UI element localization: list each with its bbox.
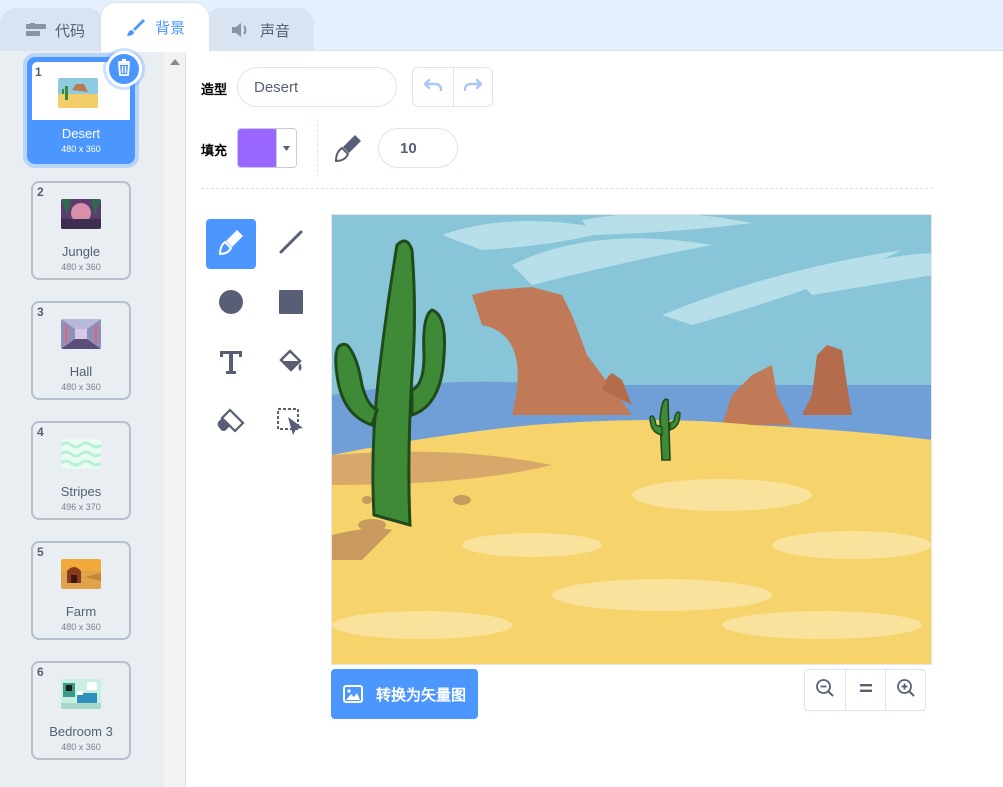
zoom-out-button[interactable] — [805, 670, 845, 710]
farm-thumbnail — [61, 559, 101, 589]
backdrop-size: 496 x 370 — [61, 502, 101, 512]
backdrop-name: Stripes — [60, 484, 102, 499]
backdrop-item-farm[interactable]: 5 Farm 480 x 360 — [31, 541, 131, 640]
tab-sounds-label: 声音 — [260, 22, 291, 40]
eraser-tool[interactable] — [206, 399, 256, 449]
sidebar-scrollbar[interactable] — [164, 51, 186, 787]
backdrop-name: Hall — [69, 364, 93, 379]
backdrop-item-stripes[interactable]: 4 Stripes 496 x 370 — [31, 421, 131, 520]
redo-button[interactable] — [452, 68, 493, 106]
select-icon — [276, 407, 306, 442]
paintbrush-icon — [125, 18, 147, 37]
backdrop-name: Desert — [61, 126, 101, 141]
code-blocks-icon — [25, 21, 47, 39]
backdrop-item-hall[interactable]: 3 Hall 480 x 360 — [31, 301, 131, 400]
stripes-thumbnail — [61, 439, 101, 469]
backdrop-list: 1 Desert 480 x 360 2 Jungle 480 x 360 3 … — [0, 51, 164, 787]
toolbar-separator — [201, 188, 933, 189]
fill-label: 填充 — [201, 143, 228, 158]
tab-code[interactable]: 代码 — [0, 8, 104, 51]
line-tool[interactable] — [266, 219, 316, 269]
circle-tool[interactable] — [206, 279, 256, 329]
fill-icon — [276, 347, 306, 382]
brush-icon — [216, 227, 246, 262]
desert-backdrop-artwork — [332, 215, 931, 664]
redo-icon — [463, 78, 483, 97]
zoom-in-icon — [896, 678, 916, 703]
undo-icon — [423, 78, 443, 97]
eraser-icon — [216, 407, 246, 442]
zoom-reset-button[interactable] — [845, 670, 885, 710]
zoom-reset-icon — [859, 681, 873, 699]
tab-code-label: 代码 — [55, 22, 86, 40]
toolbar-divider — [317, 119, 318, 177]
backdrop-size: 480 x 360 — [61, 382, 101, 392]
backdrop-name: Farm — [65, 604, 97, 619]
tab-backdrops-label: 背景 — [155, 20, 186, 37]
bedroom-thumbnail — [61, 679, 101, 709]
backdrop-number: 5 — [37, 545, 44, 559]
jungle-thumbnail — [61, 199, 101, 229]
delete-backdrop-button[interactable] — [106, 51, 142, 87]
hall-thumbnail — [61, 319, 101, 349]
fill-color-swatch — [238, 129, 276, 167]
scroll-up-arrow-icon[interactable] — [170, 59, 180, 65]
backdrop-item-jungle[interactable]: 2 Jungle 480 x 360 — [31, 181, 131, 280]
backdrop-name: Jungle — [61, 244, 101, 259]
line-icon — [278, 229, 304, 260]
backdrop-size: 480 x 360 — [61, 262, 101, 272]
text-tool[interactable] — [206, 339, 256, 389]
backdrop-number: 2 — [37, 185, 44, 199]
trash-icon — [116, 58, 132, 81]
fill-color-picker[interactable] — [237, 128, 297, 168]
desert-thumbnail — [58, 78, 98, 108]
paint-canvas[interactable] — [331, 214, 932, 665]
backdrop-item-bedroom-3[interactable]: 6 Bedroom 3 480 x 360 — [31, 661, 131, 760]
zoom-in-button[interactable] — [885, 670, 925, 710]
undo-redo-group — [412, 67, 493, 107]
editor-tab-bar: 代码 背景 声音 — [0, 0, 1003, 52]
tab-sounds[interactable]: 声音 — [205, 8, 314, 51]
zoom-controls — [804, 669, 926, 711]
brush-tool[interactable] — [206, 219, 256, 269]
text-icon — [218, 349, 244, 380]
convert-to-vector-button[interactable]: 转换为矢量图 — [331, 669, 478, 719]
backdrop-size: 480 x 360 — [61, 622, 101, 632]
backdrop-number: 6 — [37, 665, 44, 679]
costume-name-input[interactable] — [237, 67, 397, 107]
rectangle-icon — [278, 289, 304, 320]
undo-button[interactable] — [413, 68, 453, 106]
rectangle-tool[interactable] — [266, 279, 316, 329]
brush-size-icon — [331, 131, 365, 165]
backdrop-number: 3 — [37, 305, 44, 319]
backdrop-number: 1 — [35, 65, 42, 79]
backdrop-size: 480 x 360 — [61, 144, 101, 154]
convert-label: 转换为矢量图 — [376, 686, 467, 704]
costume-name-label: 造型 — [201, 82, 228, 97]
tab-backdrops[interactable]: 背景 — [100, 2, 210, 52]
paint-editor: 造型 填充 — [187, 51, 1003, 787]
caret-down-icon — [276, 129, 296, 167]
image-icon — [343, 685, 363, 703]
select-tool[interactable] — [266, 399, 316, 449]
speaker-icon — [230, 21, 252, 39]
fill-tool[interactable] — [266, 339, 316, 389]
backdrop-size: 480 x 360 — [61, 742, 101, 752]
backdrop-name: Bedroom 3 — [49, 724, 113, 739]
backdrop-number: 4 — [37, 425, 44, 439]
zoom-out-icon — [815, 678, 835, 703]
circle-icon — [218, 289, 244, 320]
brush-size-input[interactable] — [378, 128, 458, 168]
